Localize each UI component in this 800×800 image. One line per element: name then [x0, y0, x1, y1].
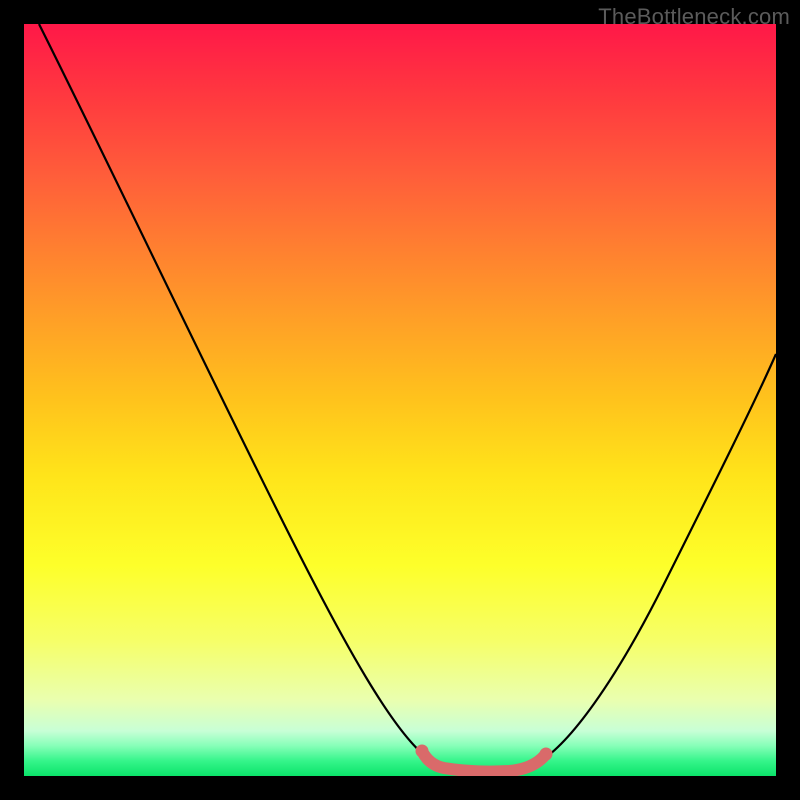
chart-frame: TheBottleneck.com	[0, 0, 800, 800]
optimal-range-marker	[422, 751, 546, 772]
bottleneck-curve	[39, 24, 776, 771]
marker-end-dot	[540, 748, 553, 761]
curve-layer	[24, 24, 776, 776]
marker-start-dot	[416, 745, 429, 758]
plot-area	[24, 24, 776, 776]
watermark-text: TheBottleneck.com	[598, 4, 790, 30]
